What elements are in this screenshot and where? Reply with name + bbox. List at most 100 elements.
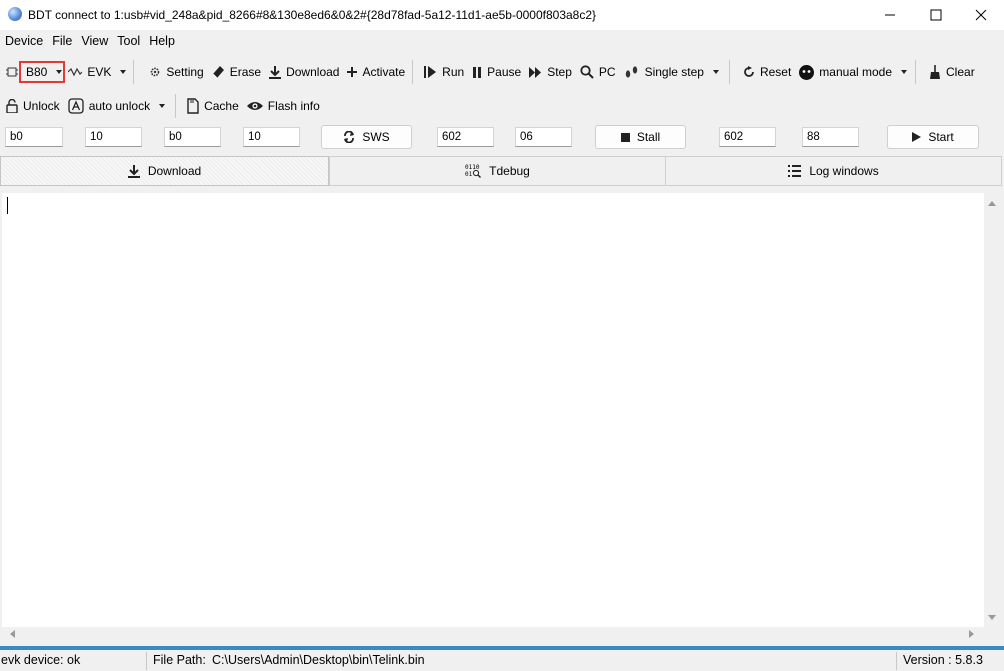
pc-button[interactable]: PC <box>576 59 620 85</box>
auto-unlock-select[interactable]: auto unlock <box>64 93 169 119</box>
tab-log-windows[interactable]: Log windows <box>665 156 1002 186</box>
run-label: Run <box>442 65 465 79</box>
svg-text:0110: 0110 <box>465 164 480 171</box>
scroll-down-icon[interactable] <box>988 615 996 620</box>
sd-card-icon <box>187 98 199 114</box>
run-button[interactable]: Run <box>420 59 468 85</box>
clear-label: Clear <box>946 65 975 79</box>
file-path-value: C:\Users\Admin\Desktop\bin\Telink.bin <box>212 653 425 667</box>
single-step-select[interactable]: Single step <box>620 59 723 85</box>
tab-download[interactable]: Download <box>0 156 329 186</box>
manual-mode-label: manual mode <box>819 65 893 79</box>
maximize-button[interactable] <box>913 0 959 30</box>
download-button[interactable]: Download <box>265 59 343 85</box>
flash-info-button[interactable]: Flash info <box>243 93 324 119</box>
vertical-scrollbar[interactable] <box>984 193 1000 627</box>
device-status: evk device: ok <box>1 653 81 667</box>
chevron-down-icon <box>712 70 719 74</box>
field-6[interactable]: 06 <box>515 127 572 147</box>
step-button[interactable]: Step <box>525 59 576 85</box>
chevron-down-icon <box>159 104 166 108</box>
app-globe-icon <box>8 7 22 21</box>
list-icon <box>788 165 802 177</box>
eye-icon <box>246 102 263 110</box>
chip-icon <box>6 67 18 77</box>
separator <box>412 60 414 84</box>
setting-label: Setting <box>166 65 204 79</box>
field-7[interactable]: 602 <box>719 127 776 147</box>
menu-file[interactable]: File <box>47 32 76 52</box>
footsteps-icon <box>625 66 637 78</box>
menu-bar: Device File View Tool Help <box>0 32 179 52</box>
menu-help[interactable]: Help <box>144 32 179 52</box>
separator <box>915 60 917 84</box>
erase-button[interactable]: Erase <box>208 59 265 85</box>
scroll-left-icon[interactable] <box>10 630 15 638</box>
start-button[interactable]: Start <box>887 125 979 149</box>
step-label: Step <box>547 65 572 79</box>
window-title: BDT connect to 1:usb#vid_248a&pid_8266#8… <box>28 8 597 22</box>
status-bar: evk device: ok File Path: C:\Users\Admin… <box>0 650 1004 671</box>
waveform-icon <box>68 67 83 77</box>
tab-tdebug-label: Tdebug <box>489 164 530 178</box>
scroll-right-icon[interactable] <box>969 630 974 638</box>
chevron-down-icon <box>901 70 908 74</box>
field-3[interactable]: b0 <box>164 127 221 147</box>
activate-button[interactable]: Activate <box>343 59 409 85</box>
binary-search-icon: 011001 <box>465 164 482 178</box>
chevron-down-icon <box>120 70 127 74</box>
manual-mode-select[interactable]: manual mode <box>795 59 911 85</box>
horizontal-scrollbar[interactable] <box>2 627 984 642</box>
output-text-area[interactable] <box>2 193 984 627</box>
reset-button[interactable]: Reset <box>739 59 795 85</box>
field-2[interactable]: 10 <box>85 127 142 147</box>
version-label: Version : 5.8.3 <box>903 653 983 667</box>
single-step-label: Single step <box>644 65 704 79</box>
auto-lock-icon <box>68 98 84 114</box>
chip-select-highlight <box>19 61 65 83</box>
pause-button[interactable]: Pause <box>468 59 525 85</box>
field-5[interactable]: 602 <box>437 127 494 147</box>
sws-button[interactable]: SWS <box>321 125 412 149</box>
menu-view[interactable]: View <box>76 32 112 52</box>
plus-icon <box>347 67 358 77</box>
start-label: Start <box>928 130 954 144</box>
menu-tool[interactable]: Tool <box>112 32 144 52</box>
flash-info-label: Flash info <box>267 99 320 113</box>
separator <box>728 60 730 84</box>
stop-icon <box>620 132 630 142</box>
cache-button[interactable]: Cache <box>183 93 243 119</box>
download-icon <box>269 66 282 79</box>
download-icon <box>127 165 140 178</box>
field-4[interactable]: 10 <box>243 127 300 147</box>
download-label: Download <box>286 65 340 79</box>
stall-button[interactable]: Stall <box>595 125 686 149</box>
minimize-button[interactable] <box>867 0 913 30</box>
tab-tdebug[interactable]: 0110 01 Tdebug <box>329 156 666 186</box>
text-cursor <box>7 197 8 214</box>
board-label: EVK <box>87 65 112 79</box>
scroll-up-icon[interactable] <box>988 201 996 206</box>
pc-label: PC <box>598 65 616 79</box>
search-icon <box>580 65 594 79</box>
mode-icon <box>799 64 815 80</box>
gear-icon <box>151 67 160 77</box>
setting-button[interactable]: Setting <box>145 59 207 85</box>
sync-icon <box>344 131 355 143</box>
main-toolbar: B80 EVK Setting Erase Download Activate … <box>0 57 1004 87</box>
clear-button[interactable]: Clear <box>925 59 979 85</box>
title-bar: BDT connect to 1:usb#vid_248a&pid_8266#8… <box>0 0 1004 30</box>
pause-label: Pause <box>487 65 522 79</box>
board-select[interactable]: EVK <box>66 59 130 85</box>
reset-label: Reset <box>759 65 792 79</box>
menu-device[interactable]: Device <box>0 32 47 52</box>
unlock-button[interactable]: Unlock <box>0 93 64 119</box>
svg-text:01: 01 <box>465 171 473 178</box>
field-1[interactable]: b0 <box>5 127 63 147</box>
field-8[interactable]: 88 <box>802 127 859 147</box>
separator <box>146 652 147 670</box>
sws-label: SWS <box>362 130 390 144</box>
close-button[interactable] <box>958 0 1004 30</box>
file-path-label: File Path: <box>153 653 206 667</box>
auto-unlock-label: auto unlock <box>88 99 151 113</box>
